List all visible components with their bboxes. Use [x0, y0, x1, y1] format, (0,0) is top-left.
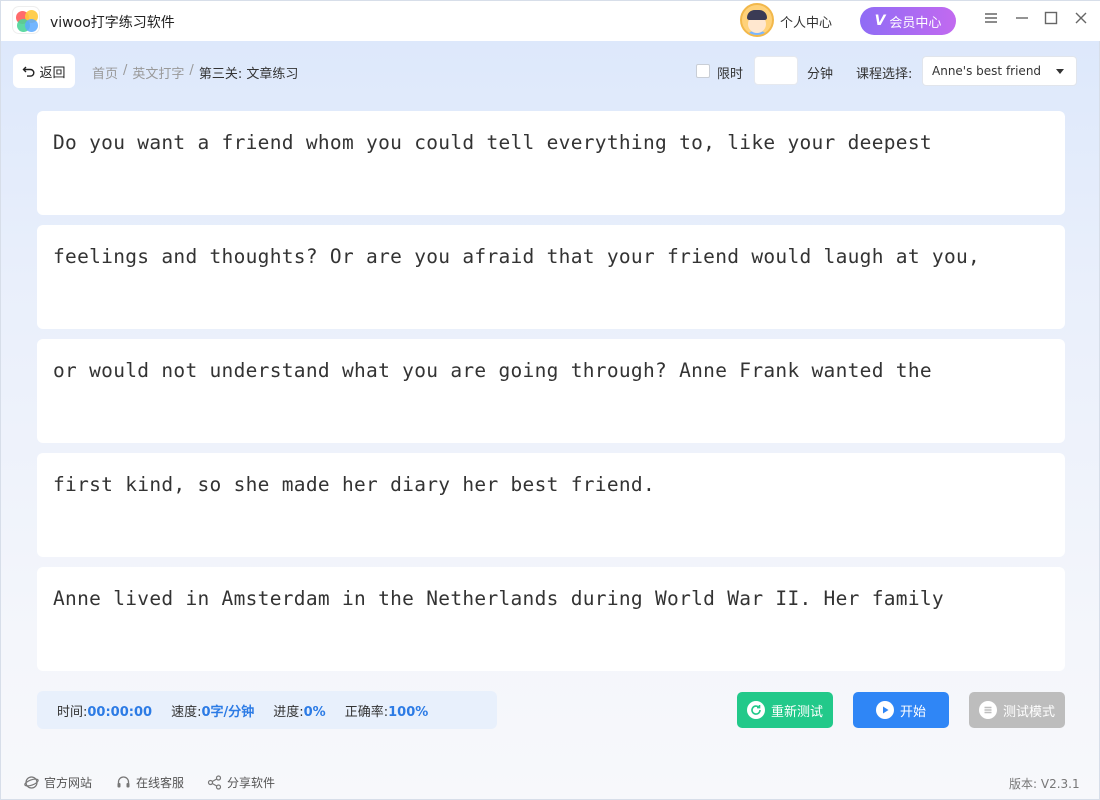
retest-button[interactable]: 重新测试 — [737, 692, 833, 728]
chevron-down-icon — [1056, 69, 1064, 74]
footer-website-link[interactable]: 官方网站 — [23, 774, 92, 791]
time-limit-checkbox[interactable] — [696, 64, 710, 78]
stat-accuracy-value: 100% — [388, 704, 429, 720]
test-mode-button[interactable]: 测试模式 — [969, 692, 1065, 728]
menu-icon[interactable] — [982, 11, 1000, 29]
refresh-icon — [746, 701, 765, 719]
footer-share-label: 分享软件 — [227, 776, 276, 790]
text-line-card[interactable]: Anne lived in Amsterdam in the Netherlan… — [37, 567, 1065, 671]
headset-icon — [115, 775, 131, 791]
start-label: 开始 — [899, 704, 926, 720]
text-line: feelings and thoughts? Or are you afraid… — [53, 245, 981, 268]
stats-bar: 时间:00:00:00 速度:0字/分钟 进度:0% 正确率:100% — [37, 691, 497, 729]
back-label: 返回 — [39, 65, 66, 81]
app-title: viwoo打字练习软件 — [50, 15, 175, 31]
breadcrumb-current: 第三关: 文章练习 — [198, 67, 299, 82]
breadcrumb-english-typing[interactable]: 英文打字 — [132, 63, 184, 82]
vip-center-button[interactable]: V 会员中心 — [860, 7, 956, 35]
stat-time-value: 00:00:00 — [87, 704, 153, 720]
text-line-card[interactable]: feelings and thoughts? Or are you afraid… — [37, 225, 1065, 329]
text-line-card[interactable]: or would not understand what you are goi… — [37, 339, 1065, 443]
breadcrumb-separator: / — [123, 63, 128, 78]
play-icon — [875, 701, 894, 719]
breadcrumb: 首页 / 英文打字 / 第三关: 文章练习 — [92, 63, 298, 82]
app-window: viwoo打字练习软件 个人中心 V 会员中心 返回 首页 / 英文打字 / 第… — [0, 0, 1100, 800]
text-line: Anne lived in Amsterdam in the Netherlan… — [53, 587, 944, 610]
vip-center-label: 会员中心 — [889, 15, 942, 31]
title-bar: viwoo打字练习软件 个人中心 V 会员中心 — [1, 1, 1100, 41]
retest-label: 重新测试 — [770, 704, 823, 720]
breadcrumb-home[interactable]: 首页 — [92, 63, 118, 82]
list-icon — [978, 701, 997, 719]
footer-website-label: 官方网站 — [44, 776, 93, 790]
text-line: or would not understand what you are goi… — [53, 359, 932, 382]
minimize-icon[interactable] — [1013, 11, 1031, 29]
test-mode-label: 测试模式 — [1002, 704, 1055, 720]
avatar[interactable] — [740, 3, 774, 37]
text-line-card[interactable]: Do you want a friend whom you could tell… — [37, 111, 1065, 215]
globe-icon — [23, 775, 39, 791]
time-limit-label: 限时 — [717, 67, 744, 82]
footer-support-label: 在线客服 — [136, 776, 185, 790]
course-select-dropdown[interactable]: Anne's best friend — [922, 56, 1077, 86]
back-button[interactable]: 返回 — [13, 54, 75, 88]
stat-progress: 进度:0% — [273, 704, 326, 720]
footer-support-link[interactable]: 在线客服 — [115, 774, 184, 791]
start-button[interactable]: 开始 — [853, 692, 949, 728]
stat-accuracy: 正确率:100% — [344, 704, 429, 720]
text-line-card[interactable]: first kind, so she made her diary her be… — [37, 453, 1065, 557]
stat-speed-value: 0字/分钟 — [201, 704, 255, 720]
stat-time: 时间:00:00:00 — [57, 704, 153, 720]
course-selected-value: Anne's best friend — [932, 64, 1042, 78]
vip-icon: V — [874, 13, 886, 29]
minutes-unit-label: 分钟 — [807, 67, 834, 82]
footer-share-link[interactable]: 分享软件 — [206, 774, 275, 791]
close-icon[interactable] — [1072, 11, 1090, 29]
minutes-input[interactable] — [754, 56, 798, 85]
share-icon — [206, 774, 222, 791]
text-line: first kind, so she made her diary her be… — [53, 473, 655, 496]
app-logo-icon — [12, 6, 40, 34]
maximize-icon[interactable] — [1042, 11, 1060, 29]
text-line: Do you want a friend whom you could tell… — [53, 131, 932, 154]
version-label: 版本: V2.3.1 — [1009, 777, 1080, 791]
breadcrumb-separator: / — [189, 63, 194, 78]
user-center-link[interactable]: 个人中心 — [780, 12, 832, 31]
back-arrow-icon — [22, 66, 35, 77]
stat-speed: 速度:0字/分钟 — [171, 704, 255, 720]
stat-progress-value: 0% — [303, 704, 326, 720]
course-select-label: 课程选择: — [856, 67, 913, 82]
